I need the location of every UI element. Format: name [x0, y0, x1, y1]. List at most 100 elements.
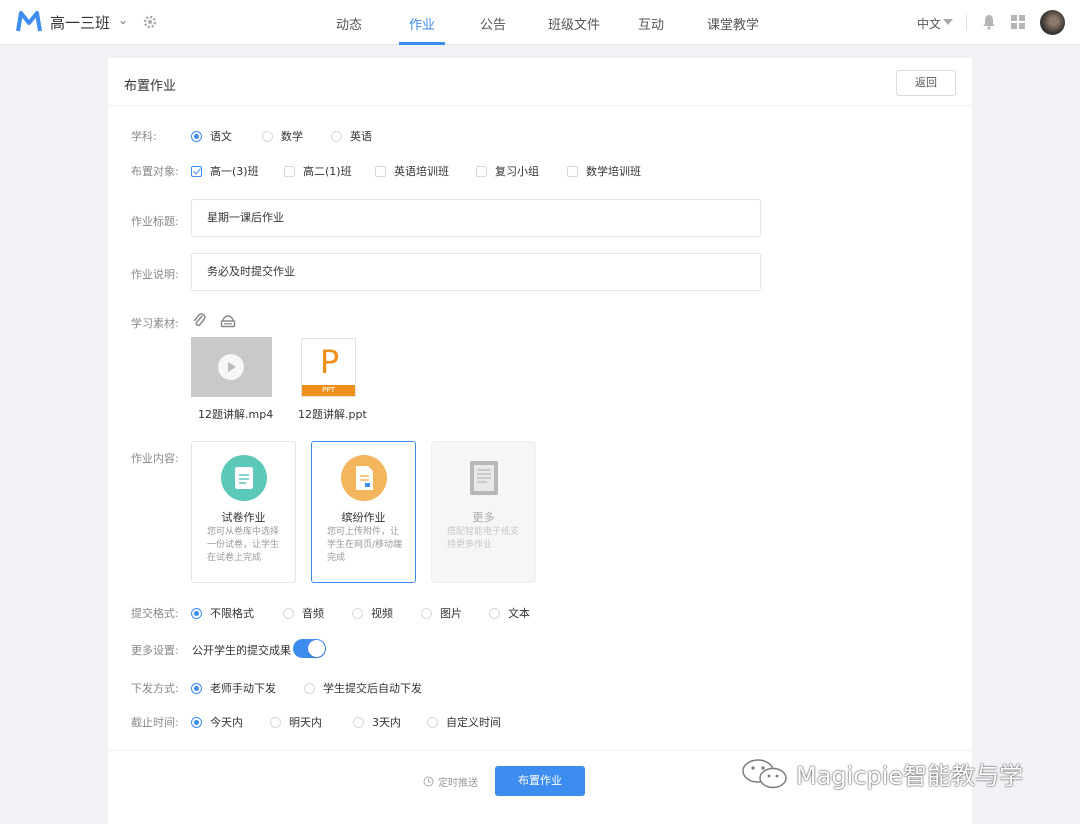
radio[interactable] [427, 716, 438, 728]
format-label: 提交格式: [131, 607, 179, 620]
cloud-drive-icon[interactable] [220, 313, 236, 328]
ppt-glyph: P [319, 343, 340, 381]
ppt-file-name[interactable]: 12题讲解.ppt [298, 406, 367, 422]
caret-down-icon[interactable] [943, 19, 953, 25]
exam-paper-icon [221, 455, 267, 501]
target-option-2[interactable]: 高二(1)班 [284, 163, 352, 179]
radio[interactable] [270, 716, 281, 728]
target-option-1[interactable]: 高一(3)班 [191, 163, 259, 179]
checkbox-checked[interactable] [191, 165, 202, 177]
checkbox[interactable] [476, 165, 487, 177]
gear-icon[interactable] [142, 14, 158, 30]
tab-class-files[interactable]: 班级文件 [548, 14, 600, 33]
radio[interactable] [421, 607, 432, 619]
card-header: 布置作业 返回 [108, 58, 972, 106]
deadline-option-today[interactable]: 今天内 [191, 714, 243, 730]
card-description: 搭配智能电子纸支持更多作业 [447, 527, 520, 550]
target-label: 布置对象: [131, 165, 179, 178]
checkbox[interactable] [375, 165, 386, 177]
format-option-audio[interactable]: 音频 [283, 605, 324, 621]
more-settings-label: 更多设置: [131, 644, 179, 657]
radio-checked[interactable] [191, 130, 202, 142]
radio-checked[interactable] [191, 716, 202, 728]
dispatch-option-auto[interactable]: 学生提交后自动下发 [304, 680, 422, 696]
schedule-push-button[interactable]: 定时推送 [423, 774, 478, 789]
radio-checked[interactable] [191, 607, 202, 619]
class-name[interactable]: 高一三班 [50, 12, 110, 33]
ppt-badge: PPT [302, 385, 355, 396]
footer-divider [108, 750, 972, 751]
tab-classroom[interactable]: 课堂教学 [707, 14, 759, 33]
divider [966, 15, 967, 30]
target-option-5[interactable]: 数学培训班 [567, 163, 641, 179]
target-option-4[interactable]: 复习小组 [476, 163, 539, 179]
deadline-option-tomorrow[interactable]: 明天内 [270, 714, 322, 730]
paperclip-icon[interactable] [192, 312, 206, 328]
radio[interactable] [352, 607, 363, 619]
homework-description-input[interactable]: 务必及时提交作业 [191, 253, 761, 291]
page-title: 布置作业 [124, 79, 177, 94]
dispatch-label: 下发方式: [131, 682, 179, 695]
watermark: Magicpie智能教与学 [740, 756, 1023, 791]
format-option-any[interactable]: 不限格式 [191, 605, 254, 621]
tab-feed[interactable]: 动态 [336, 14, 362, 33]
title-label: 作业标题: [131, 215, 179, 228]
assign-homework-button[interactable]: 布置作业 [495, 766, 585, 796]
chevron-down-icon[interactable]: ⌄ [118, 13, 128, 27]
card-description: 您可从卷库中选择一份试卷，让学生在试卷上完成 [207, 527, 280, 563]
language-select[interactable]: 中文 [917, 15, 941, 32]
radio[interactable] [353, 716, 364, 728]
checkbox[interactable] [284, 165, 295, 177]
toggle-knob [308, 640, 325, 657]
description-label: 作业说明: [131, 268, 179, 281]
homework-title-input[interactable]: 星期一课后作业 [191, 199, 761, 237]
deadline-label: 截止时间: [131, 716, 179, 729]
public-results-label: 公开学生的提交成果 [192, 644, 291, 657]
card-title: 缤纷作业 [341, 511, 386, 524]
subject-option-math[interactable]: 数学 [262, 128, 303, 144]
format-option-image[interactable]: 图片 [421, 605, 462, 621]
document-icon [341, 455, 387, 501]
radio-checked[interactable] [191, 682, 202, 694]
back-button[interactable]: 返回 [896, 70, 956, 96]
subject-option-english[interactable]: 英语 [331, 128, 372, 144]
avatar[interactable] [1040, 10, 1065, 35]
tab-interaction[interactable]: 互动 [638, 14, 664, 33]
deadline-option-3days[interactable]: 3天内 [353, 714, 401, 730]
card-description: 您可上传附件，让学生在网页/移动端完成 [327, 527, 403, 563]
format-option-video[interactable]: 视频 [352, 605, 393, 621]
subject-option-chinese[interactable]: 语文 [191, 128, 232, 144]
e-paper-icon [461, 455, 507, 501]
radio[interactable] [283, 607, 294, 619]
active-tab-indicator [399, 42, 445, 45]
content-label: 作业内容: [131, 452, 179, 465]
watermark-text: Magicpie智能教与学 [796, 762, 1024, 790]
bell-icon[interactable] [982, 14, 996, 30]
apps-grid-icon[interactable] [1011, 15, 1025, 29]
assign-homework-card: 布置作业 返回 学科: 语文 数学 英语 布置对象: 高一(3)班 高二(1)班… [108, 58, 972, 824]
radio[interactable] [489, 607, 500, 619]
exam-homework-card[interactable]: 试卷作业 您可从卷库中选择一份试卷，让学生在试卷上完成 [191, 441, 296, 583]
deadline-option-custom[interactable]: 自定义时间 [427, 714, 501, 730]
tab-homework[interactable]: 作业 [409, 14, 435, 33]
tab-announcement[interactable]: 公告 [480, 14, 506, 33]
checkbox[interactable] [567, 165, 578, 177]
radio[interactable] [304, 682, 315, 694]
target-option-3[interactable]: 英语培训班 [375, 163, 449, 179]
colorful-homework-card[interactable]: 缤纷作业 您可上传附件，让学生在网页/移动端完成 [311, 441, 416, 583]
play-icon[interactable] [218, 354, 244, 380]
video-thumbnail[interactable] [191, 337, 272, 397]
dispatch-option-manual[interactable]: 老师手动下发 [191, 680, 276, 696]
logo-icon [16, 11, 42, 32]
format-option-text[interactable]: 文本 [489, 605, 530, 621]
ppt-thumbnail[interactable]: P PPT [301, 338, 356, 397]
public-results-toggle[interactable] [293, 639, 326, 658]
radio[interactable] [331, 130, 342, 142]
top-bar: 高一三班 ⌄ 动态 作业 公告 班级文件 互动 课堂教学 中文 [0, 0, 1080, 45]
materials-label: 学习素材: [131, 317, 179, 330]
video-file-name[interactable]: 12题讲解.mp4 [198, 406, 273, 422]
card-title: 试卷作业 [221, 511, 266, 524]
radio[interactable] [262, 130, 273, 142]
wechat-icon [742, 758, 787, 788]
more-homework-card: 更多 搭配智能电子纸支持更多作业 [431, 441, 536, 583]
